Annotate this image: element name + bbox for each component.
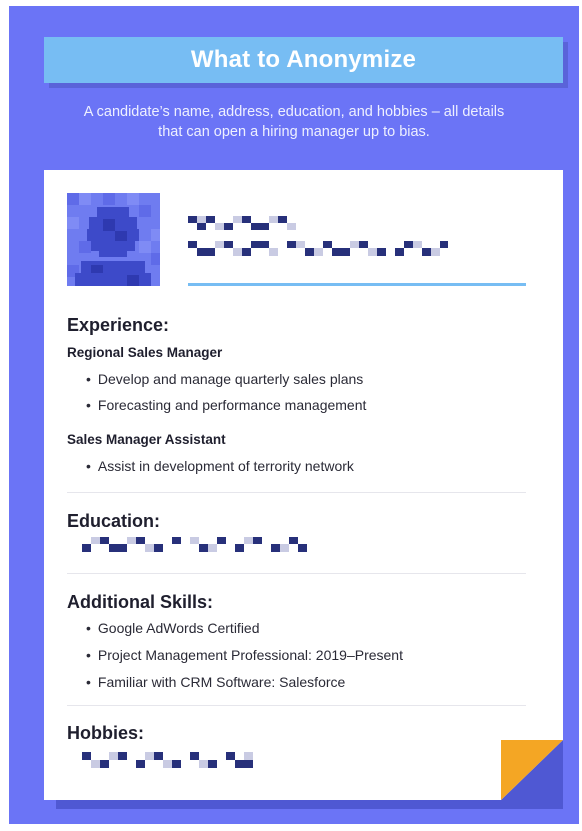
pixelated-education-block — [82, 537, 307, 552]
pixelated-contact-block — [188, 241, 448, 256]
list-item: Project Management Professional: 2019–Pr… — [86, 647, 403, 663]
title-banner: What to Anonymize — [44, 37, 563, 83]
section-divider — [67, 573, 526, 574]
pixelated-name-block — [188, 216, 296, 230]
redacted-education — [82, 537, 308, 552]
list-item: Forecasting and performance management — [86, 397, 366, 413]
list-item: Familiar with CRM Software: Salesforce — [86, 674, 345, 690]
pixelated-hobbies-block — [82, 752, 253, 768]
list-item: Google AdWords Certified — [86, 620, 260, 636]
page-title: What to Anonymize — [190, 46, 417, 73]
page-subtitle: A candidate’s name, address, education, … — [83, 104, 505, 140]
education-heading: Education: — [67, 511, 160, 531]
list-item: Develop and manage quarterly sales plans — [86, 371, 363, 387]
redacted-contact — [188, 241, 448, 256]
experience-heading: Experience: — [67, 315, 170, 335]
redacted-name — [188, 216, 298, 230]
redacted-hobbies — [82, 752, 256, 768]
role-title: Regional Sales Manager — [67, 345, 223, 360]
section-divider — [67, 705, 526, 706]
pixelated-avatar — [67, 193, 160, 286]
role-title: Sales Manager Assistant — [67, 432, 226, 447]
skills-heading: Additional Skills: — [67, 592, 214, 612]
name-underline — [188, 283, 526, 286]
hobbies-heading: Hobbies: — [67, 723, 145, 743]
list-item: Assist in development of terrority netwo… — [86, 458, 354, 474]
section-divider — [67, 492, 526, 493]
avatar-icon — [67, 193, 160, 286]
